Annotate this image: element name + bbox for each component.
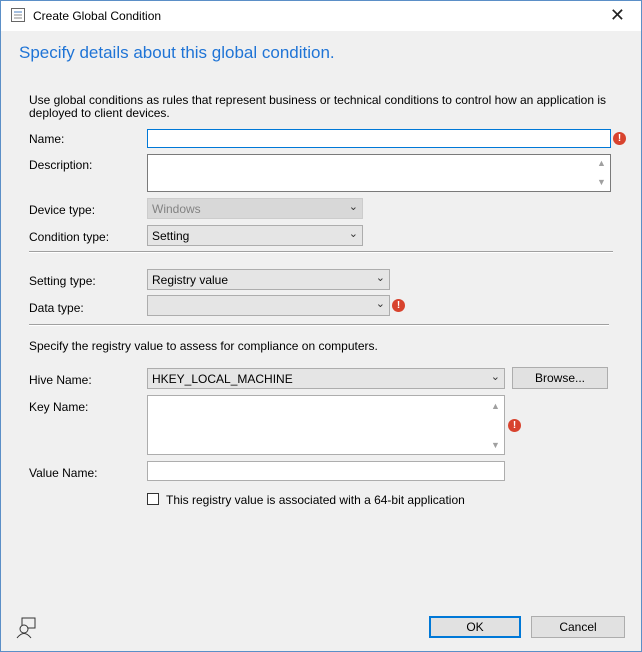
chevron-down-icon: ⌄ xyxy=(375,298,385,310)
setting-type-label: Setting type: xyxy=(29,274,96,288)
scroll-down-icon[interactable]: ▼ xyxy=(597,177,639,187)
error-icon: ! xyxy=(392,299,405,312)
hive-name-value: HKEY_LOCAL_MACHINE xyxy=(152,372,293,386)
scroll-up-icon[interactable]: ▲ xyxy=(491,401,639,411)
scroll-up-icon[interactable]: ▲ xyxy=(597,158,639,168)
close-button[interactable]: ✕ xyxy=(610,5,625,26)
key-name-label: Key Name: xyxy=(29,400,89,414)
value-name-label: Value Name: xyxy=(29,466,98,480)
chevron-down-icon: ⌄ xyxy=(348,201,358,213)
scroll-down-icon[interactable]: ▼ xyxy=(491,440,639,450)
hive-name-select[interactable]: HKEY_LOCAL_MACHINE ⌄ xyxy=(147,368,505,389)
condition-type-value: Setting xyxy=(152,229,190,243)
device-type-value: Windows xyxy=(152,202,201,216)
setting-type-select[interactable]: Registry value ⌄ xyxy=(147,269,390,290)
error-icon: ! xyxy=(508,419,521,432)
window-title: Create Global Condition xyxy=(33,9,162,23)
error-icon: ! xyxy=(613,132,626,145)
chevron-down-icon: ⌄ xyxy=(375,272,385,284)
page-heading: Specify details about this global condit… xyxy=(19,43,335,62)
ok-button[interactable]: OK xyxy=(429,616,521,638)
registry-instructions: Specify the registry value to assess for… xyxy=(29,339,378,353)
device-type-label: Device type: xyxy=(29,203,96,217)
data-type-select[interactable]: ⌄ xyxy=(147,295,390,316)
name-input[interactable] xyxy=(147,129,611,148)
cancel-button[interactable]: Cancel xyxy=(531,616,625,638)
description-input[interactable] xyxy=(147,154,611,192)
user-feedback-icon[interactable] xyxy=(15,617,39,639)
browse-button[interactable]: Browse... xyxy=(512,367,608,389)
chevron-down-icon: ⌄ xyxy=(348,228,358,240)
chevron-down-icon: ⌄ xyxy=(490,371,500,383)
title-bar: Create Global Condition ✕ xyxy=(1,1,641,31)
hive-name-label: Hive Name: xyxy=(29,373,92,387)
value-name-input[interactable] xyxy=(147,461,505,481)
key-name-input[interactable] xyxy=(147,395,505,455)
setting-type-value: Registry value xyxy=(152,273,229,287)
condition-icon xyxy=(11,8,25,22)
name-label: Name: xyxy=(29,132,65,146)
data-type-label: Data type: xyxy=(29,301,84,315)
divider xyxy=(29,324,609,326)
64bit-checkbox-label: This registry value is associated with a… xyxy=(166,493,465,507)
intro-text: Use global conditions as rules that repr… xyxy=(29,93,606,120)
description-label: Description: xyxy=(29,158,93,172)
device-type-select: Windows ⌄ xyxy=(147,198,363,219)
condition-type-label: Condition type: xyxy=(29,230,110,244)
divider xyxy=(29,251,613,253)
64bit-checkbox[interactable] xyxy=(147,493,159,505)
condition-type-select[interactable]: Setting ⌄ xyxy=(147,225,363,246)
dialog-window: Create Global Condition ✕ Specify detail… xyxy=(0,0,642,652)
